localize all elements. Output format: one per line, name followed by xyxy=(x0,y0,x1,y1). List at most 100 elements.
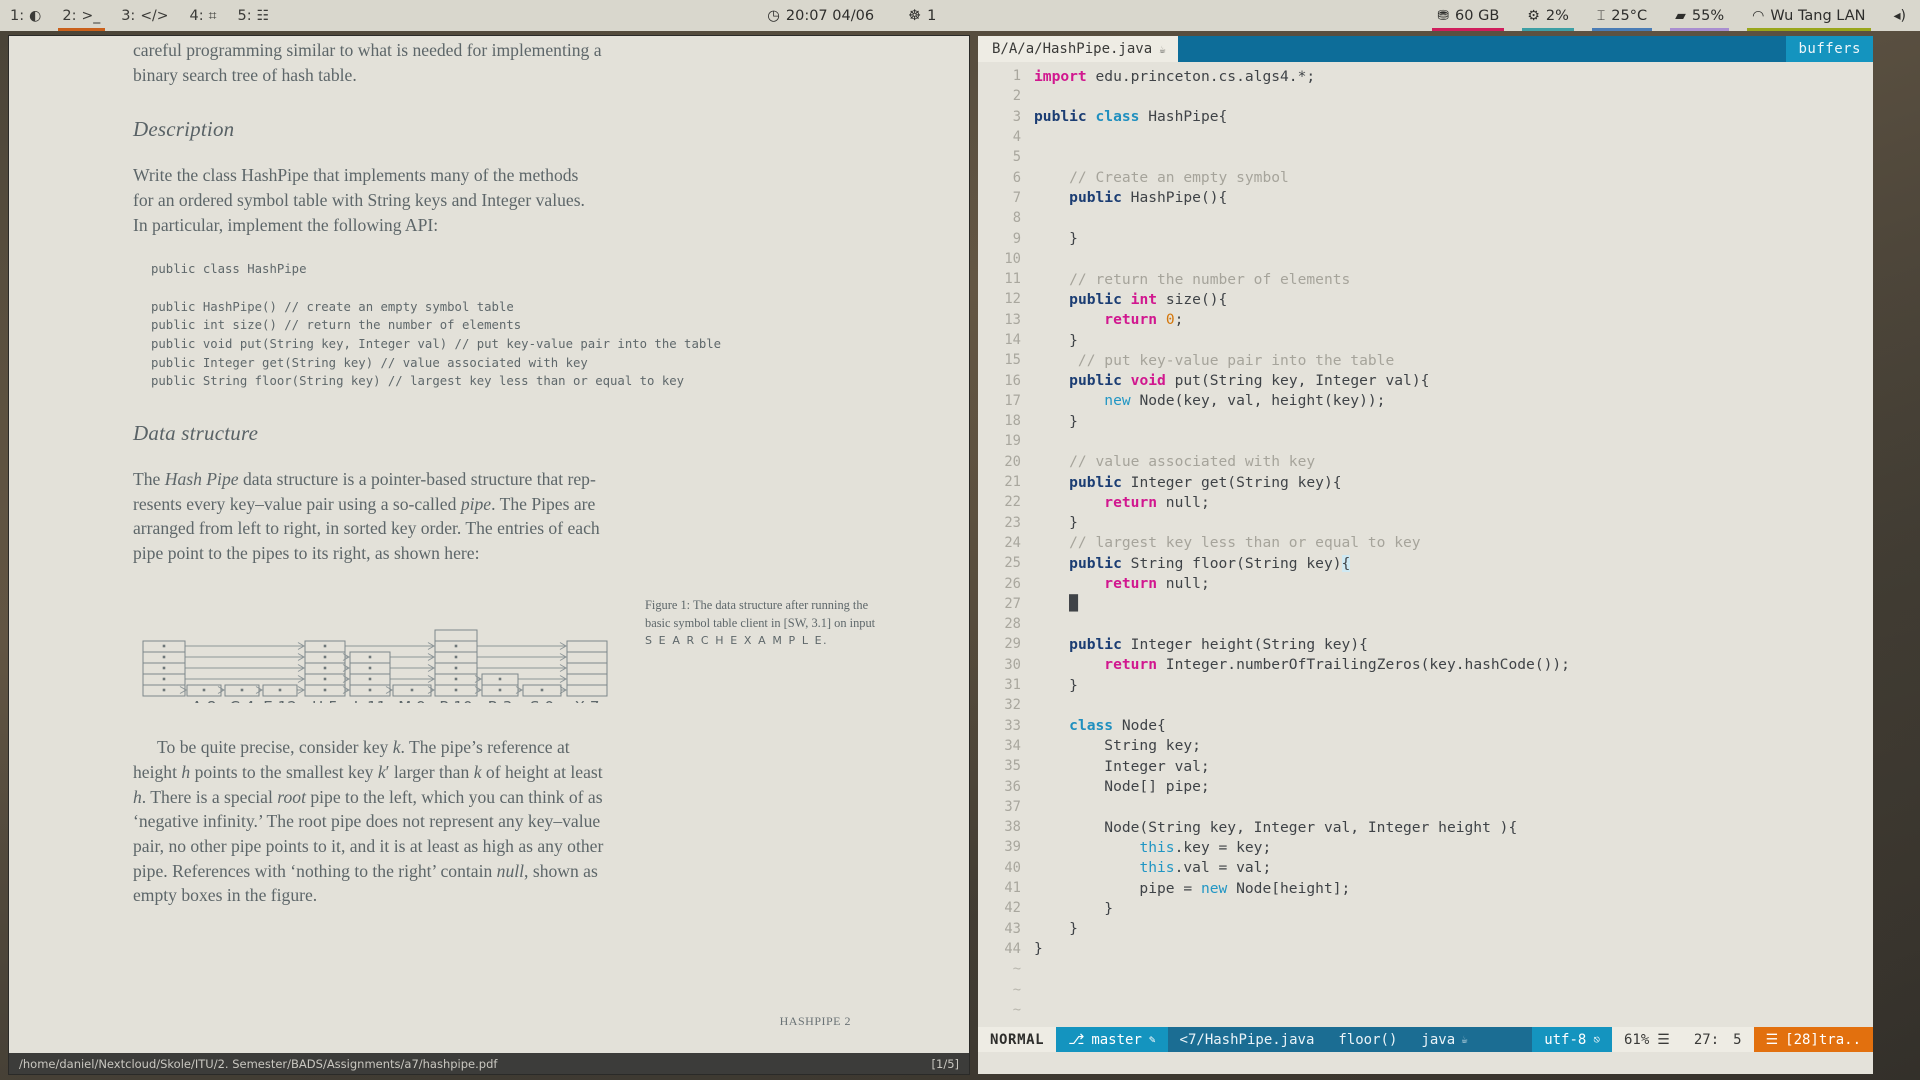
workspace-button-5[interactable]: 5: ☷ xyxy=(228,0,281,31)
code-line: 30 return Integer.numberOfTrailingZeros(… xyxy=(978,655,1873,675)
pdf-page[interactable]: careful programming similar to what is n… xyxy=(9,36,969,1053)
line-number: 25 xyxy=(978,555,1034,571)
line-number: 2 xyxy=(978,88,1034,104)
tab-hashpipe-java[interactable]: B/A/a/HashPipe.java ☕ xyxy=(978,36,1178,62)
code-line: 17 new Node(key, val, height(key)); xyxy=(978,391,1873,411)
line-number: 30 xyxy=(978,657,1034,673)
line-number: 28 xyxy=(978,616,1034,632)
pdf-heading-datastructure: Data structure xyxy=(133,421,877,446)
code-text: return null; xyxy=(1034,575,1210,592)
line-number: 11 xyxy=(978,271,1034,287)
temperature-label: 25°C xyxy=(1611,8,1647,24)
line-number: 6 xyxy=(978,170,1034,186)
workspace-button-1[interactable]: 1: ◐ xyxy=(0,0,52,31)
clock-icon: ◷ xyxy=(767,8,780,24)
code-icon: </> xyxy=(140,9,168,23)
volume-widget[interactable]: ◂) xyxy=(1880,0,1920,31)
pdf-api-code-block: public class HashPipe public HashPipe() … xyxy=(151,260,877,391)
code-text: // value associated with key xyxy=(1034,453,1315,470)
thermometer-icon: ⌶ xyxy=(1597,8,1605,24)
buffers-button[interactable]: buffers xyxy=(1786,36,1873,62)
code-text: // put key-value pair into the table xyxy=(1034,352,1394,369)
volume-icon: ◂) xyxy=(1894,8,1907,24)
vim-empty-lines: ~~~~ xyxy=(978,959,1873,1027)
git-branch-widget[interactable]: ⎇ master ✎ xyxy=(1056,1027,1167,1052)
code-text: // largest key less than or equal to key xyxy=(1034,534,1421,551)
line-number: 29 xyxy=(978,636,1034,652)
vim-warning-label: [28]tra.. xyxy=(1785,1032,1861,1048)
line-number: 5 xyxy=(978,149,1034,165)
code-text: public Integer get(String key){ xyxy=(1034,474,1342,491)
network-widget[interactable]: ◠ Wu Tang LAN xyxy=(1738,0,1879,31)
pdf-description-paragraph: Write the class HashPipe that implements… xyxy=(133,163,603,237)
code-line: 32 xyxy=(978,695,1873,715)
vim-file-label: <7/HashPipe.java xyxy=(1168,1027,1327,1052)
pdf-file-path: /home/daniel/Nextcloud/Skole/ITU/2. Seme… xyxy=(19,1057,497,1071)
line-number: 22 xyxy=(978,494,1034,510)
vim-warning-widget[interactable]: ☰ [28]tra.. xyxy=(1754,1027,1873,1052)
code-line: 39 this.key = key; xyxy=(978,837,1873,857)
line-number: 8 xyxy=(978,210,1034,226)
line-number: 10 xyxy=(978,251,1034,267)
empty-line-marker: ~ xyxy=(978,1000,1873,1020)
code-text: new Node(key, val, height(key)); xyxy=(1034,392,1385,409)
figure-key-label: R:3 xyxy=(488,698,513,703)
workspace-button-2[interactable]: 2: >_ xyxy=(52,0,111,31)
line-number: 42 xyxy=(978,900,1034,916)
battery-icon: ▰ xyxy=(1675,8,1686,24)
line-number: 38 xyxy=(978,819,1034,835)
line-number: 39 xyxy=(978,839,1034,855)
code-text: // return the number of elements xyxy=(1034,271,1350,288)
code-text: } xyxy=(1034,413,1078,430)
code-line: 37 xyxy=(978,797,1873,817)
code-text: public class HashPipe{ xyxy=(1034,108,1227,125)
vim-percent-widget: 61% ☰ xyxy=(1612,1027,1682,1052)
vim-filetype: java ☕ xyxy=(1409,1027,1479,1052)
workspace-button-3[interactable]: 3: </> xyxy=(111,0,179,31)
line-number: 15 xyxy=(978,352,1034,368)
line-number: 35 xyxy=(978,758,1034,774)
line-number: 18 xyxy=(978,413,1034,429)
code-text: return 0; xyxy=(1034,311,1183,328)
tabline-filler xyxy=(1178,36,1787,62)
workspace-button-4[interactable]: 4: ⌗ xyxy=(180,0,228,31)
code-text: Integer val; xyxy=(1034,758,1210,775)
line-number: 24 xyxy=(978,535,1034,551)
workspace-number: 3: xyxy=(121,8,135,24)
code-line: 29 public Integer height(String key){ xyxy=(978,634,1873,654)
vim-window: B/A/a/HashPipe.java ☕ buffers 1import ed… xyxy=(978,36,1873,1074)
battery-widget[interactable]: ▰ 55% xyxy=(1661,0,1738,31)
code-line: 6 // Create an empty symbol xyxy=(978,167,1873,187)
figure-key-label: S:0 xyxy=(530,698,554,703)
disk-widget[interactable]: ⛃ 60 GB xyxy=(1423,0,1513,31)
pdf-page-indicator: [1/5] xyxy=(932,1057,959,1071)
cpu-widget[interactable]: ⚙ 2% xyxy=(1513,0,1583,31)
line-number: 36 xyxy=(978,779,1034,795)
code-text: this.key = key; xyxy=(1034,839,1271,856)
code-line: 34 String key; xyxy=(978,736,1873,756)
temperature-widget[interactable]: ⌶ 25°C xyxy=(1583,0,1661,31)
workspace-number: 5: xyxy=(238,8,252,24)
code-line: 24 // largest key less than or equal to … xyxy=(978,533,1873,553)
vim-filetype-label: java xyxy=(1421,1032,1455,1048)
java-icon: ☕ xyxy=(1159,43,1166,56)
package-icon: ☸ xyxy=(908,8,921,24)
line-number: 43 xyxy=(978,921,1034,937)
line-number: 37 xyxy=(978,799,1034,815)
code-line: 1import edu.princeton.cs.algs4.*; xyxy=(978,66,1873,86)
vim-mode-indicator: NORMAL xyxy=(978,1027,1056,1052)
code-text: import edu.princeton.cs.algs4.*; xyxy=(1034,68,1315,85)
tab-label: B/A/a/HashPipe.java xyxy=(992,41,1152,57)
figure-caption: Figure 1: The data structure after runni… xyxy=(645,597,877,648)
code-line: 11 // return the number of elements xyxy=(978,269,1873,289)
figure-key-label: L:11 xyxy=(354,698,387,703)
line-number: 21 xyxy=(978,474,1034,490)
line-number: 4 xyxy=(978,129,1034,145)
pdf-running-header: HASHPIPE 2 xyxy=(780,1014,851,1029)
vim-code-area[interactable]: 1import edu.princeton.cs.algs4.*;23publi… xyxy=(978,62,1873,1027)
cpu-label: 2% xyxy=(1546,8,1569,24)
pdf-figure: A:8C:4E:12H:5L:11M:9P:10R:3S:0X:7 Figure… xyxy=(133,591,877,709)
code-text: pipe = new Node[height]; xyxy=(1034,880,1350,897)
code-text: // Create an empty symbol xyxy=(1034,169,1289,186)
lines-icon: ☰ xyxy=(1657,1032,1670,1048)
